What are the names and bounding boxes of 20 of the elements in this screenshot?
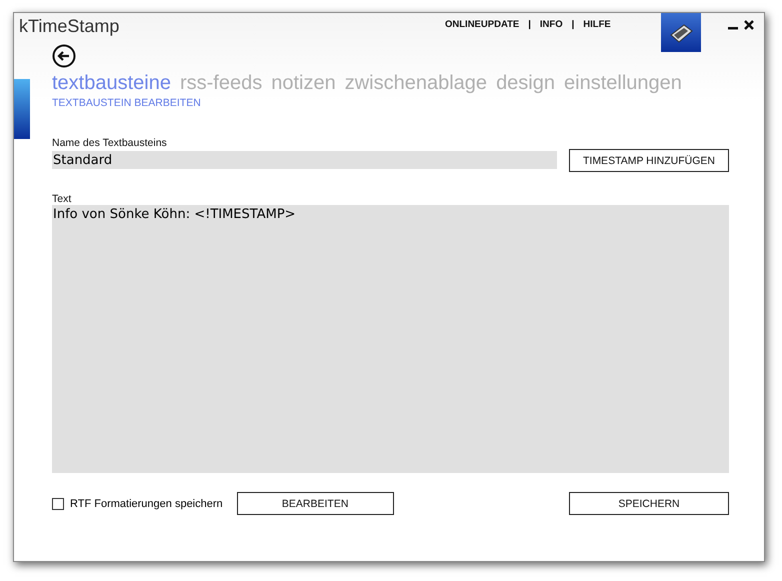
field-label: Name des Textbausteins (52, 137, 168, 149)
top-link[interactable]: HILFE (583, 19, 611, 30)
checkbox[interactable] (52, 498, 64, 510)
logo-icon (661, 13, 701, 52)
save-button[interactable]: SPEICHERN (569, 492, 729, 515)
separator-text: | (572, 19, 574, 30)
text-field[interactable]: Info von Sönke Köhn: <!TIMESTAMP> (52, 205, 729, 473)
back-icon[interactable] (52, 44, 76, 68)
separator-text: | (528, 19, 531, 30)
checkbox-label: RTF Formatierungen speichern (70, 498, 223, 510)
top-link[interactable]: ONLINEUPDATE (445, 19, 520, 30)
name-field[interactable]: Standard (52, 151, 557, 169)
field-label: Text (52, 193, 72, 205)
top-link[interactable]: INFO (540, 19, 563, 30)
timestamp-button[interactable]: TIMESTAMP HINZUFÜGEN (569, 149, 729, 172)
accent-bar (14, 79, 30, 139)
edit-button[interactable]: BEARBEITEN (236, 492, 394, 515)
page-subtitle: TEXTBAUSTEIN BEARBEITEN (52, 97, 202, 109)
close-icon[interactable] (744, 20, 754, 30)
window-title: kTimeStamp (19, 16, 120, 37)
